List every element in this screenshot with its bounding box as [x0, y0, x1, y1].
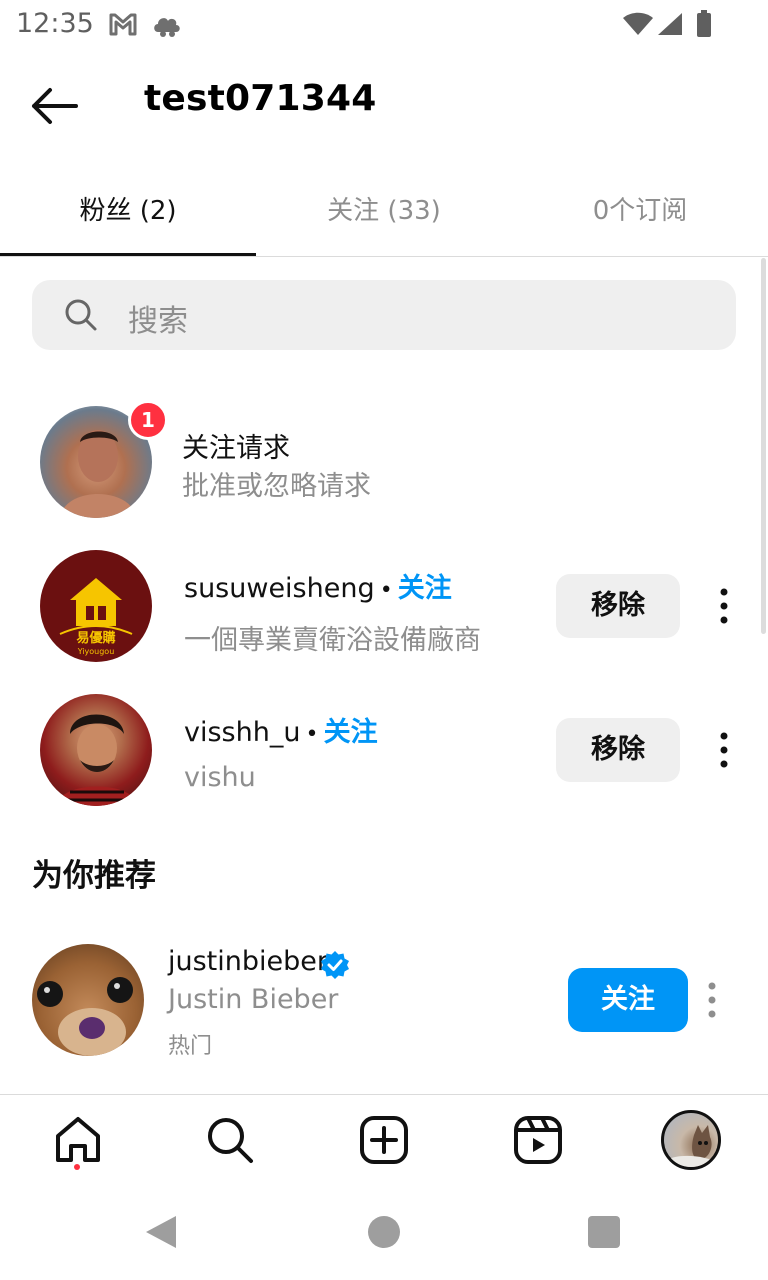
system-home-icon[interactable] [368, 1216, 400, 1248]
follower-avatar[interactable]: 易優購 Yiyougou [40, 550, 152, 662]
gmail-icon [109, 13, 137, 36]
logo-subtext: Yiyougou [77, 647, 115, 656]
follower-subtitle: vishu [184, 762, 256, 793]
tab-following[interactable]: 关注 (33) [256, 190, 512, 227]
follower-name-row: susuweisheng • 关注 [184, 566, 452, 605]
status-time: 12:35 [16, 8, 94, 39]
profile-avatar[interactable] [661, 1110, 721, 1170]
home-icon[interactable] [52, 1114, 104, 1166]
suggested-section-title: 为你推荐 [32, 858, 156, 894]
more-options-icon[interactable] [712, 730, 736, 770]
follow-requests-subtitle: 批准或忽略请求 [182, 471, 371, 502]
follow-requests-title[interactable]: 关注请求 [182, 426, 290, 465]
remove-button[interactable]: 移除 [556, 718, 680, 782]
remove-button[interactable]: 移除 [556, 574, 680, 638]
bottom-nav-divider [0, 1094, 768, 1095]
battery-icon [697, 10, 711, 37]
separator-dot: • [305, 722, 319, 747]
suggested-username[interactable]: justinbieber [168, 946, 328, 977]
follow-button[interactable]: 关注 [568, 968, 688, 1032]
tab-divider [0, 256, 768, 257]
wifi-icon [623, 12, 653, 35]
tab-followers[interactable]: 粉丝 (2) [0, 190, 256, 227]
suggested-avatar[interactable] [32, 944, 144, 1056]
follow-back-link[interactable]: 关注 [398, 573, 452, 604]
search-icon [65, 299, 97, 331]
more-options-icon[interactable] [700, 980, 724, 1020]
follower-name-row: visshh_u • 关注 [184, 710, 378, 749]
separator-dot: • [379, 578, 393, 603]
verified-badge-icon [321, 951, 349, 979]
tab-subscriptions[interactable]: 0个订阅 [512, 190, 768, 227]
search-nav-icon[interactable] [204, 1114, 256, 1166]
follow-back-link[interactable]: 关注 [324, 717, 378, 748]
create-post-icon[interactable] [358, 1114, 410, 1166]
system-recents-icon[interactable] [588, 1216, 620, 1248]
cat-photo-icon [664, 1125, 718, 1167]
cloud-icon [154, 18, 180, 37]
more-options-icon[interactable] [712, 586, 736, 626]
follower-username[interactable]: susuweisheng [184, 573, 375, 604]
notification-badge: 1 [128, 400, 168, 440]
follower-subtitle: 一個專業賣衛浴設備廠商 [184, 625, 481, 656]
person-photo-icon [56, 714, 138, 806]
back-arrow-icon[interactable] [22, 82, 86, 130]
logo-text: 易優購 [76, 630, 115, 646]
page-title: test071344 [144, 78, 377, 119]
follower-avatar[interactable] [40, 694, 152, 806]
home-notification-dot [74, 1164, 80, 1170]
suggested-tag: 热门 [168, 1034, 213, 1059]
signal-icon [658, 13, 682, 35]
house-logo-icon: 易優購 Yiyougou [59, 578, 133, 656]
bear-photo-icon [37, 977, 133, 1056]
follower-username[interactable]: visshh_u [184, 717, 300, 748]
search-placeholder: 搜索 [128, 304, 188, 339]
reels-icon[interactable] [512, 1114, 564, 1166]
suggested-full-name: Justin Bieber [168, 984, 339, 1015]
system-back-icon[interactable] [144, 1214, 178, 1250]
scrollbar[interactable] [761, 258, 766, 634]
